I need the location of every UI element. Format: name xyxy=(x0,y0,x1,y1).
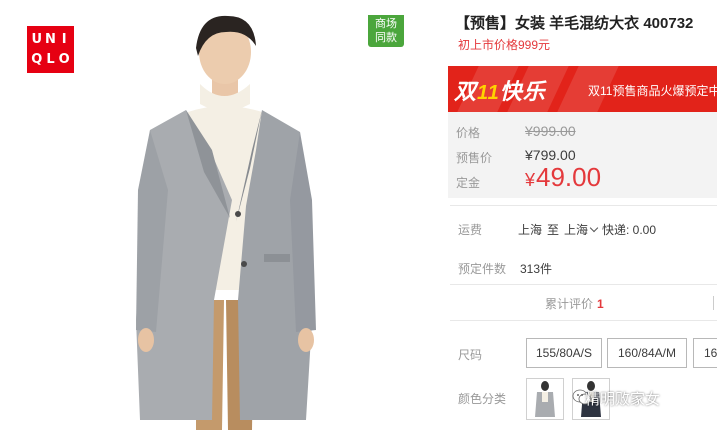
ship-to-selector[interactable]: 上海 xyxy=(564,221,600,238)
badge-line: 同款 xyxy=(375,32,397,44)
deposit-label: 定金 xyxy=(456,176,481,190)
watermark-text: 精明败家女 xyxy=(585,391,661,408)
size-option[interactable]: 160/84A/M xyxy=(607,338,687,368)
review-summary[interactable]: 累计评价 1 xyxy=(545,295,604,312)
store-same-style-badge: 商场 同款 xyxy=(368,15,404,47)
size-option[interactable]: 155/80A/S xyxy=(526,338,602,368)
logo-letter: N xyxy=(45,32,56,47)
double11-promo-banner[interactable]: 双11快乐 双11预售商品火爆预定中 xyxy=(448,66,717,112)
express-fee: 快递: 0.00 xyxy=(602,223,657,237)
ship-from: 上海 xyxy=(518,223,543,237)
presale-count-label: 预定件数 xyxy=(458,262,507,276)
presale-price-label: 预售价 xyxy=(456,151,493,165)
shipping-label: 运费 xyxy=(458,223,483,237)
logo-letter: U xyxy=(31,32,43,47)
size-label: 尺码 xyxy=(458,348,483,362)
grey-coat-thumbnail xyxy=(535,381,555,417)
review-count: 1 xyxy=(597,297,604,311)
color-label: 颜色分类 xyxy=(458,392,507,406)
presale-price-value: ¥799.00 xyxy=(525,147,576,163)
product-subtitle: 初上市价格999元 xyxy=(458,38,551,52)
promo-text: 双11预售商品火爆预定中 xyxy=(588,84,717,98)
size-option[interactable]: 16 xyxy=(693,338,717,368)
color-swatch-grey[interactable] xyxy=(526,378,564,420)
product-photo[interactable]: U N I Q L O 商场 同款 xyxy=(0,0,448,430)
price-panel: 价格 ¥999.00 预售价 ¥799.00 定金 ¥49.00 xyxy=(448,112,717,198)
list-price-label: 价格 xyxy=(456,126,481,140)
presale-count-value: 313件 xyxy=(520,262,553,276)
ship-to-word: 至 xyxy=(547,223,560,237)
list-price-value: ¥999.00 xyxy=(525,123,576,139)
logo-letter: Q xyxy=(31,51,43,67)
uniqlo-logo: U N I Q L O xyxy=(27,26,74,73)
badge-line: 商场 xyxy=(375,18,397,30)
chevron-down-icon xyxy=(589,223,599,233)
logo-letter: O xyxy=(58,51,70,67)
logo-letter: I xyxy=(61,32,67,47)
review-label: 累计评价 xyxy=(545,297,594,311)
logo-letter: L xyxy=(46,51,55,67)
product-title: 【预售】女装 羊毛混纺大衣 400732 xyxy=(455,15,694,32)
deposit-value: ¥49.00 xyxy=(525,162,602,192)
double11-logo: 双11快乐 xyxy=(454,79,546,104)
